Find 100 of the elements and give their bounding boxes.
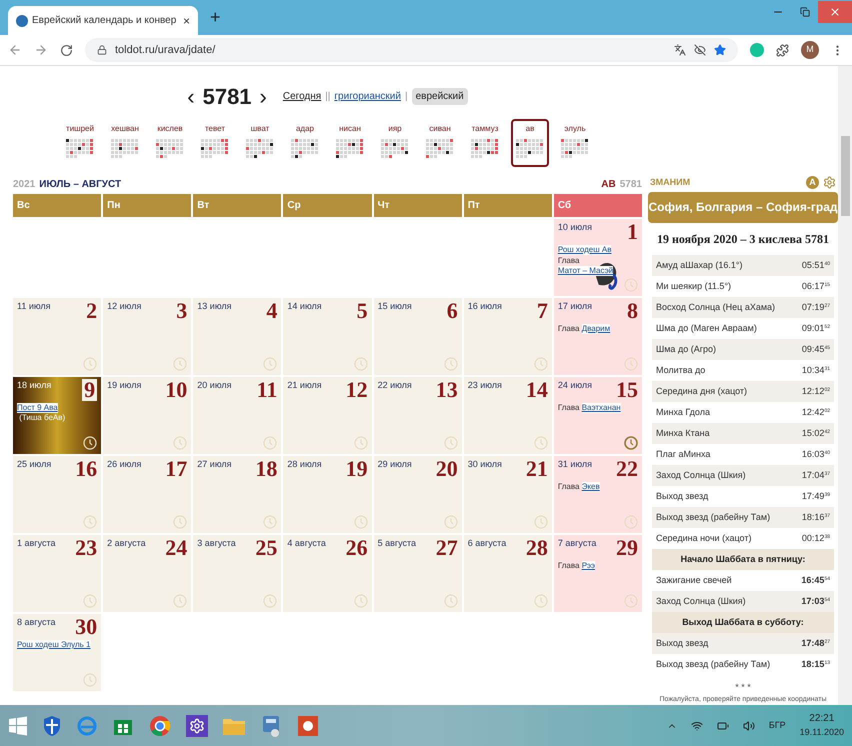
zman-time: 06:17$^{15}$ [802,280,830,293]
month-grid-drawing [156,139,184,159]
restore-icon[interactable] [800,7,810,17]
gregorian-date: 3 августа [197,537,236,550]
previous-year-button[interactable]: ‹ [187,80,195,113]
month-grid-drawing [336,139,364,159]
day-cell[interactable]: 25 июля 16 [13,456,102,533]
hebrew-day-number: 23 [75,537,98,559]
next-year-button[interactable]: › [260,80,267,113]
windows-start-icon[interactable] [8,716,28,736]
day-cell[interactable]: 7 августа 29 Глава Рээ [554,535,642,612]
profile-avatar[interactable]: M [801,41,819,59]
scrollbar[interactable] [838,66,852,705]
day-cell[interactable]: 2 августа 24 [103,535,192,612]
zman-name: Молитва до [656,364,706,377]
url-text: toldot.ru/urava/jdate/ [115,42,216,58]
day-cell[interactable]: 8 августа 30 Рош ходеш Элуль 1 [13,614,102,691]
day-cell[interactable]: 26 июля 17 [103,456,192,533]
event-link[interactable]: Рош ходеш Элуль 1 [17,640,90,650]
extension-icon[interactable] [750,43,764,57]
calendar-mode-link[interactable]: еврейский [412,88,468,105]
hebrew-day-number: 8 [627,300,638,322]
day-cell[interactable]: 10 июля 1 Рош ходеш Ав Глава Матот – Масэй [554,219,642,296]
clock-time[interactable]: 22:21 [809,711,834,726]
day-cell[interactable]: 30 июля 21 [464,456,552,533]
month-tab[interactable]: сиван [421,119,459,167]
new-tab-button[interactable]: + [210,4,221,31]
month-tab[interactable]: элуль [556,119,594,167]
day-cell[interactable]: 17 июля 8 Глава Дварим [554,298,642,375]
day-cell[interactable]: 5 августа 27 [374,535,462,612]
event-link[interactable]: Рээ [582,561,596,571]
close-window-button[interactable] [818,1,852,23]
day-cell[interactable]: 14 июля 5 [283,298,372,375]
day-cell[interactable]: 19 июля 10 [103,377,192,454]
event-link[interactable]: Ваэтханан [582,403,621,413]
control-panel-icon[interactable] [260,714,282,738]
month-tab[interactable]: ияр [376,119,414,167]
day-cell[interactable]: 28 июля 19 [283,456,372,533]
month-tab[interactable]: шват [241,119,279,167]
day-cell[interactable]: 27 июля 18 [193,456,282,533]
hebrew-day-number: 9 [82,379,98,401]
zman-name: Плаг аМинха [656,448,710,461]
tab-close-button[interactable]: × [182,12,190,30]
network-icon[interactable] [690,720,703,732]
day-cell[interactable]: 4 августа 26 [283,535,372,612]
back-icon[interactable] [8,43,22,57]
settings-app-icon[interactable] [186,714,208,736]
day-cell[interactable]: 1 августа 23 [13,535,102,612]
day-cell[interactable]: 16 июля 7 [464,298,552,375]
month-tab[interactable]: тевет [196,119,234,167]
battery-icon[interactable] [716,720,729,732]
month-tab[interactable]: таммуз [466,119,504,167]
translate-icon[interactable] [674,44,686,56]
day-cell[interactable]: 31 июля 22 Глава Экев [554,456,642,533]
day-cell[interactable]: 22 июля 13 [374,377,462,454]
bookmark-star-icon[interactable] [714,44,726,56]
day-cell[interactable]: 24 июля 15 Глава Ваэтханан [554,377,642,454]
volume-icon[interactable] [742,720,755,732]
month-tab[interactable]: тишрей [61,119,99,167]
month-tab[interactable]: хешван [106,119,144,167]
settings-icon[interactable] [823,176,836,190]
event-link[interactable]: Пост 9 Ава [17,403,58,413]
internet-explorer-icon[interactable] [76,714,98,736]
gregorian-date: 8 августа [17,616,56,629]
chrome-icon[interactable] [148,714,172,738]
day-cell[interactable]: 23 июля 14 [464,377,552,454]
reload-icon[interactable] [60,44,73,56]
forward-icon[interactable] [34,43,48,57]
event-link[interactable]: Дварим [582,324,610,334]
month-grid-drawing [426,139,454,159]
day-cell[interactable]: 20 июля 11 [193,377,282,454]
eye-off-icon[interactable] [694,44,706,56]
event-link[interactable]: Матот – Масэй [558,266,614,276]
input-language[interactable]: БГР [768,718,786,732]
day-cell[interactable]: 12 июля 3 [103,298,192,375]
shield-icon[interactable] [42,714,62,736]
month-tab[interactable]: нисан [331,119,369,167]
day-cell[interactable]: 15 июля 6 [374,298,462,375]
clock-date[interactable]: 19.11.2020 [800,726,844,740]
month-tab[interactable]: адар [286,119,324,167]
month-tab[interactable]: ав [511,119,549,167]
address-field[interactable]: toldot.ru/urava/jdate/ [85,38,738,62]
day-cell[interactable]: 21 июля 12 [283,377,372,454]
powerpoint-icon[interactable] [296,714,320,738]
month-tab[interactable]: кислев [151,119,189,167]
browser-tab[interactable]: Еврейский календарь и конвер × [8,6,198,35]
hebrew-day-number: 29 [616,537,638,559]
event-link[interactable]: Экев [582,482,600,492]
day-cell[interactable]: 6 августа 28 [464,535,552,612]
calendar-mode-link[interactable]: Сегодня [282,89,322,104]
extensions-icon[interactable] [776,44,789,56]
day-cell[interactable]: 18 июля 9 Пост 9 Ава (Тиша беАв) [13,377,102,454]
clock-icon[interactable] [624,436,638,450]
event-link[interactable]: Рош ходеш Ав [558,245,612,255]
day-cell[interactable]: 29 июля 20 [374,456,462,533]
event-text: Глава [558,256,580,266]
day-cell[interactable]: 13 июля 4 [193,298,282,375]
day-cell[interactable]: 11 июля 2 [13,298,102,375]
day-cell[interactable]: 3 августа 25 [193,535,282,612]
calendar-mode-link[interactable]: григорианский [334,89,401,104]
